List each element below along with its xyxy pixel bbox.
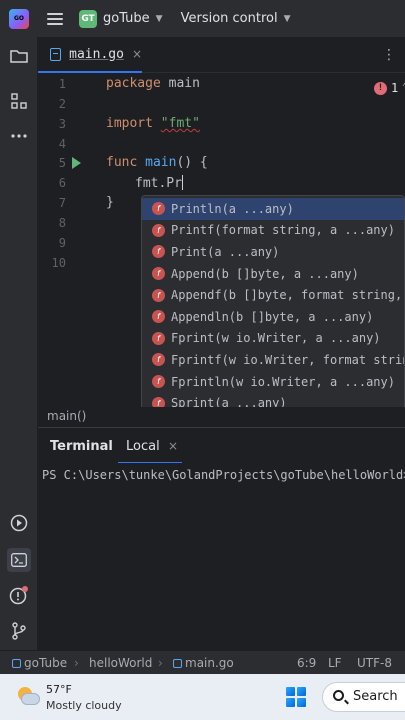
close-icon[interactable]: ×: [132, 47, 142, 61]
weather-condition[interactable]: Mostly cloudy: [46, 699, 122, 712]
code-line-7: }: [106, 195, 114, 210]
more-vertical-icon[interactable]: ⋮: [382, 47, 397, 63]
editor-tab-bar: main.go × ⋮: [38, 37, 405, 73]
tab-main-go[interactable]: main.go ×: [38, 37, 142, 73]
file-encoding[interactable]: UTF-8: [357, 656, 392, 670]
function-icon: f: [152, 288, 165, 302]
tab-label: main.go: [69, 46, 124, 62]
breadcrumb: main(): [38, 407, 405, 427]
completion-item[interactable]: f Println(a ...any): [142, 198, 404, 220]
line-number: 10: [51, 256, 66, 270]
text-caret: [181, 175, 184, 190]
terminal-output[interactable]: PS C:\Users\tunke\GolandProjects\goTube\…: [38, 463, 405, 650]
function-icon: f: [152, 267, 165, 281]
breadcrumb-item[interactable]: main(): [47, 409, 86, 423]
completion-item[interactable]: f Printf(format string, a ...any): [142, 220, 404, 242]
terminal-tab-label: Local: [126, 439, 160, 454]
completion-item[interactable]: fFprintf(w io.Writer, format string, a .…: [142, 349, 404, 371]
tool-window-strip: [0, 37, 38, 650]
module-icon: [12, 659, 21, 668]
tab-local-terminal[interactable]: Local ×: [118, 428, 182, 464]
function-icon: f: [152, 375, 165, 389]
close-icon[interactable]: ×: [168, 439, 178, 453]
terminal-title: Terminal: [50, 439, 113, 454]
error-indicator[interactable]: ! 1: [374, 81, 398, 95]
go-file-icon: [50, 47, 62, 61]
code-line-1: package main: [106, 76, 200, 91]
line-number: 4: [58, 137, 66, 151]
function-icon: f: [152, 202, 165, 216]
weather-cloudy-icon[interactable]: [16, 687, 40, 707]
project-folder-icon[interactable]: [9, 46, 29, 66]
function-icon: f: [152, 245, 165, 259]
completion-item[interactable]: f Append(b []byte, a ...any): [142, 263, 404, 285]
line-number: 8: [58, 216, 66, 230]
weather-temperature[interactable]: 57°F: [46, 683, 72, 696]
search-label: Search: [353, 689, 398, 704]
completion-item[interactable]: f Fprintln(w io.Writer, a ...any): [142, 371, 404, 393]
line-number: 3: [58, 117, 66, 131]
more-tools-icon[interactable]: [9, 126, 29, 146]
status-folder[interactable]: helloWorld: [89, 656, 152, 670]
chevron-down-icon[interactable]: ▼: [284, 14, 291, 24]
windows-start-icon[interactable]: [286, 687, 306, 707]
caret-position[interactable]: 6:9: [297, 656, 316, 670]
completion-item[interactable]: f Fprint(w io.Writer, a ...any): [142, 328, 404, 350]
line-ending[interactable]: LF: [328, 656, 342, 670]
main-menu-icon[interactable]: [47, 12, 63, 25]
problems-icon[interactable]: [9, 585, 29, 605]
line-number: 9: [58, 236, 66, 250]
status-project[interactable]: goTube: [12, 656, 67, 670]
status-bar: goTube › helloWorld › main.go 6:9 LF UTF…: [0, 650, 405, 674]
code-line-6: fmt.Pr: [135, 175, 184, 191]
completion-item[interactable]: f Appendln(b []byte, a ...any): [142, 306, 404, 328]
line-number: 7: [58, 196, 66, 210]
goland-logo-icon[interactable]: GO: [9, 8, 29, 29]
chevron-right-icon: ›: [74, 656, 79, 670]
services-icon[interactable]: [9, 513, 29, 533]
taskbar-search[interactable]: Search: [322, 682, 405, 712]
search-icon: [333, 690, 344, 701]
terminal-icon[interactable]: [7, 548, 31, 572]
structure-icon[interactable]: [9, 91, 29, 111]
project-badge[interactable]: GT: [79, 9, 97, 28]
version-control-menu[interactable]: Version control: [181, 11, 278, 26]
chevron-down-icon[interactable]: ▼: [156, 14, 163, 24]
terminal-header: Terminal Local ×: [38, 427, 405, 464]
git-branch-icon[interactable]: [9, 621, 29, 641]
code-line-3: import "fmt": [106, 116, 200, 131]
project-selector[interactable]: goTube: [103, 11, 150, 26]
completion-item[interactable]: fAppendf(b []byte, format string, a ...a…: [142, 284, 404, 306]
chevron-right-icon: ›: [158, 656, 163, 670]
code-completion-popup: f Println(a ...any) f Printf(format string…: [141, 195, 405, 414]
go-file-icon: [173, 659, 182, 668]
line-number: 1: [58, 77, 66, 91]
line-number: 2: [58, 97, 66, 111]
completion-item[interactable]: f Print(a ...any): [142, 241, 404, 263]
error-count: 1: [391, 81, 399, 95]
error-icon: !: [374, 81, 387, 95]
title-bar: GO GT goTube ▼ Version control ▼: [0, 0, 405, 37]
function-icon: f: [152, 353, 165, 367]
function-icon: f: [152, 223, 165, 237]
code-line-5: func main() {: [106, 155, 208, 170]
function-icon: f: [152, 331, 165, 345]
line-number: 6: [58, 176, 66, 190]
line-number: 5: [58, 156, 66, 170]
status-file[interactable]: main.go: [173, 656, 234, 670]
run-gutter-icon[interactable]: [72, 157, 81, 169]
windows-taskbar: 57°F Mostly cloudy Search: [0, 674, 405, 720]
function-icon: f: [152, 310, 165, 324]
terminal-prompt: PS C:\Users\tunke\GolandProjects\goTube\…: [42, 468, 405, 482]
